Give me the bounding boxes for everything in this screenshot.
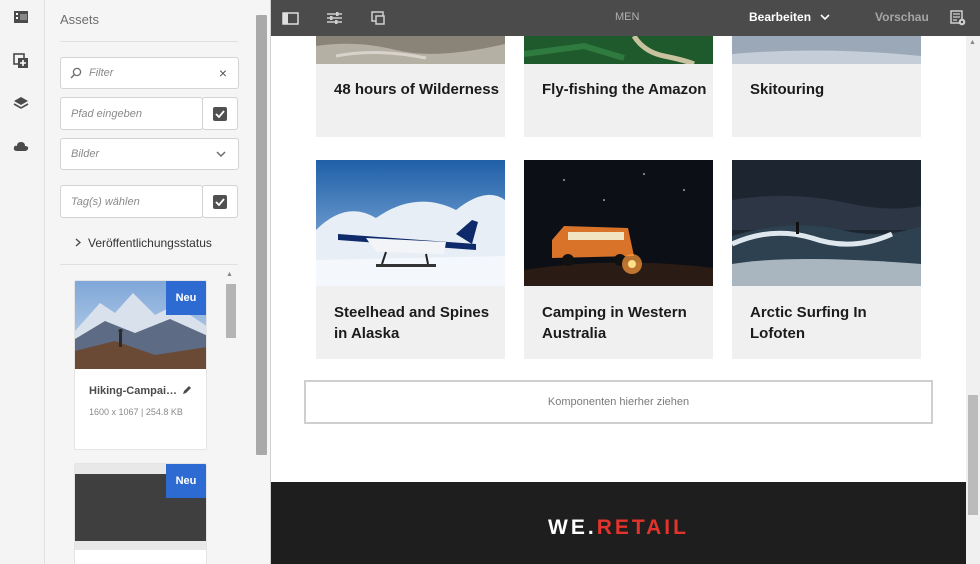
asset-type-value: Bilder bbox=[71, 148, 100, 160]
new-badge: Neu bbox=[166, 464, 206, 498]
publish-status-toggle[interactable]: Veröffentlichungsstatus bbox=[75, 236, 212, 250]
tags-field[interactable]: Tag(s) wählen bbox=[60, 185, 203, 218]
new-badge: Neu bbox=[166, 281, 206, 315]
chevron-right-icon bbox=[75, 236, 82, 250]
chevron-down-icon bbox=[216, 151, 226, 157]
page-editor: Assets Filter × Pfad eingeben Bilder Tag… bbox=[0, 0, 980, 564]
tile-image bbox=[316, 160, 505, 286]
asset-list-scrollbar[interactable]: ▲ bbox=[223, 270, 237, 564]
tile-title: Camping in Western Australia bbox=[542, 304, 687, 342]
tile-image bbox=[524, 36, 713, 64]
page-properties-icon[interactable] bbox=[325, 9, 343, 27]
scroll-up-icon[interactable]: ▲ bbox=[969, 39, 976, 46]
panel-title: Assets bbox=[60, 12, 100, 27]
asset-list-scroll-thumb[interactable] bbox=[226, 284, 236, 338]
asset-name: Hiking-Campai… bbox=[89, 385, 178, 397]
brand-logo[interactable]: WE.RETAIL bbox=[271, 516, 966, 540]
add-component-icon[interactable] bbox=[12, 52, 30, 70]
publish-status-label: Veröffentlichungsstatus bbox=[88, 236, 212, 250]
site-footer: WE.RETAIL bbox=[271, 482, 966, 564]
tile-title: 48 hours of Wilderness bbox=[334, 81, 499, 98]
cloud-icon[interactable] bbox=[12, 137, 30, 155]
layers-icon[interactable] bbox=[12, 95, 30, 113]
assets-panel: Assets Filter × Pfad eingeben Bilder Tag… bbox=[45, 0, 271, 564]
page-content: 48 hours of Wilderness Fly-fishing the A… bbox=[271, 36, 966, 564]
filter-field[interactable]: Filter × bbox=[60, 57, 239, 89]
asset-card[interactable]: Neu bbox=[74, 463, 207, 564]
page-title: MEN bbox=[615, 11, 640, 23]
tile-title: Steelhead and Spines in Alaska bbox=[334, 304, 490, 342]
asset-card[interactable]: Neu Hiking-Campai… 1600 x 1067 | 254.8 K… bbox=[74, 280, 207, 450]
mode-selector[interactable]: Bearbeiten bbox=[749, 10, 830, 24]
preview-button[interactable]: Vorschau bbox=[875, 10, 929, 24]
path-placeholder: Pfad eingeben bbox=[71, 107, 142, 120]
article-tile[interactable]: Fly-fishing the Amazon bbox=[524, 36, 713, 137]
page-info-icon[interactable] bbox=[949, 9, 967, 27]
tile-title: Skitouring bbox=[750, 81, 825, 98]
side-rail bbox=[0, 0, 45, 564]
article-tile[interactable]: Camping in Western Australia bbox=[524, 160, 713, 359]
path-field[interactable]: Pfad eingeben bbox=[60, 97, 203, 130]
article-tile[interactable]: 48 hours of Wilderness bbox=[316, 36, 505, 137]
divider bbox=[60, 264, 238, 265]
divider bbox=[60, 41, 238, 42]
clear-icon[interactable]: × bbox=[219, 65, 227, 81]
page-scrollbar[interactable]: ▲ bbox=[966, 36, 980, 564]
editor-toolbar: MEN Bearbeiten Vorschau bbox=[271, 0, 980, 36]
check-icon bbox=[213, 194, 227, 209]
chevron-down-icon bbox=[820, 14, 830, 20]
page-scroll-thumb[interactable] bbox=[968, 395, 978, 515]
tile-image bbox=[524, 160, 713, 286]
article-tile[interactable]: Arctic Surfing In Lofoten bbox=[732, 160, 921, 359]
article-tile[interactable]: Skitouring bbox=[732, 36, 921, 137]
brand-retail: RETAIL bbox=[596, 516, 689, 539]
tile-image bbox=[732, 160, 921, 286]
path-browse-button[interactable] bbox=[202, 97, 238, 130]
edit-icon[interactable] bbox=[182, 385, 192, 395]
tile-image bbox=[316, 36, 505, 64]
tile-title: Arctic Surfing In Lofoten bbox=[750, 304, 867, 342]
asset-type-select[interactable]: Bilder bbox=[60, 138, 239, 170]
component-dropzone[interactable]: Komponenten hierher ziehen bbox=[304, 380, 933, 424]
filmstrip-icon[interactable] bbox=[12, 8, 30, 26]
brand-we: WE. bbox=[548, 516, 597, 539]
article-tile[interactable]: Steelhead and Spines in Alaska bbox=[316, 160, 505, 359]
tags-placeholder: Tag(s) wählen bbox=[71, 195, 140, 208]
filter-placeholder: Filter bbox=[89, 67, 114, 79]
asset-meta: 1600 x 1067 | 254.8 KB bbox=[89, 407, 183, 417]
mode-label: Bearbeiten bbox=[749, 10, 812, 24]
tags-browse-button[interactable] bbox=[202, 185, 238, 218]
scroll-up-icon[interactable]: ▲ bbox=[226, 271, 233, 278]
search-icon bbox=[70, 67, 82, 79]
panel-scrollbar[interactable] bbox=[256, 15, 267, 455]
tile-title: Fly-fishing the Amazon bbox=[542, 81, 707, 98]
toggle-side-panel-icon[interactable] bbox=[281, 9, 299, 27]
emulator-icon[interactable] bbox=[369, 9, 387, 27]
check-icon bbox=[213, 106, 227, 121]
tile-image bbox=[732, 36, 921, 64]
